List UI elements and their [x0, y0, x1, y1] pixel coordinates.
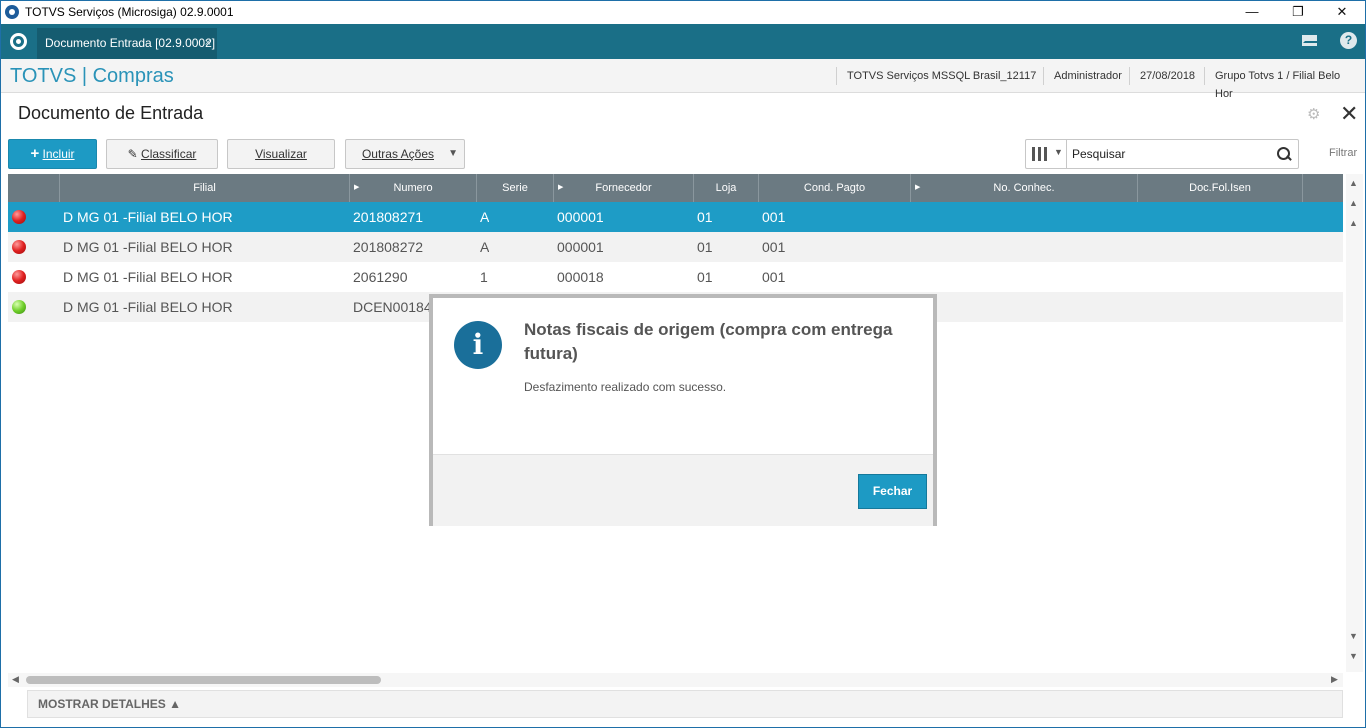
pencil-icon: ✎: [127, 147, 138, 161]
brand-title: TOTVS | Compras: [10, 65, 174, 87]
search-icon[interactable]: [1276, 146, 1292, 162]
search-divider: [1066, 140, 1067, 168]
cell-numero: 2061290: [353, 269, 408, 285]
status-red-icon: [12, 240, 26, 254]
visualizar-label: Visualizar: [255, 147, 307, 161]
cell-serie: 1: [480, 269, 488, 285]
column-header-status[interactable]: [8, 174, 60, 202]
cell-serie: A: [480, 239, 490, 255]
search-input[interactable]: [1072, 145, 1272, 163]
column-header-loja[interactable]: Loja: [694, 174, 759, 202]
show-details-label: MOSTRAR DETALHES ▲: [38, 697, 181, 711]
cell-fornecedor: 000001: [557, 239, 604, 255]
cell-numero: 201808271: [353, 209, 424, 225]
column-header-serie[interactable]: Serie: [477, 174, 554, 202]
scroll-down-icon[interactable]: ▼: [1349, 631, 1358, 641]
search-box: ▼: [1025, 139, 1299, 169]
incluir-button[interactable]: + Incluir: [8, 139, 97, 169]
cell-numero: 201808272: [353, 239, 424, 255]
show-details-bar[interactable]: MOSTRAR DETALHES ▲: [27, 690, 1343, 718]
table-row[interactable]: D MG 01 -Filial BELO HOR 201808272 A 000…: [8, 232, 1343, 262]
classificar-label: Classificar: [141, 147, 197, 161]
outras-acoes-button[interactable]: Outras Ações ▼: [345, 139, 465, 169]
cell-filial: D MG 01 -Filial BELO HOR: [63, 209, 233, 225]
column-header-fornecedor[interactable]: ▶ Fornecedor: [554, 174, 694, 202]
filtrar-link[interactable]: Filtrar: [1329, 147, 1357, 159]
window-close-button[interactable]: ✕: [1319, 1, 1365, 23]
info-icon: i: [454, 321, 502, 369]
column-header-filial[interactable]: Filial: [60, 174, 350, 202]
table-row[interactable]: D MG 01 -Filial BELO HOR 2061290 1 00001…: [8, 262, 1343, 292]
horizontal-scroll-thumb[interactable]: [26, 676, 381, 684]
status-green-icon: [12, 300, 26, 314]
cell-loja: 01: [697, 269, 713, 285]
window-title: TOTVS Serviços (Microsiga) 02.9.0001: [25, 5, 234, 19]
page-title: Documento de Entrada: [18, 103, 204, 123]
scroll-left-icon[interactable]: ◀: [12, 674, 19, 685]
tab-label: Documento Entrada [02.9.0002]: [45, 36, 216, 50]
dialog-title: Notas fiscais de origem (compra com entr…: [524, 320, 893, 363]
horizontal-scrollbar[interactable]: ◀ ▶: [8, 673, 1343, 687]
app-tabbar: Documento Entrada [02.9.0002] × ?: [1, 24, 1365, 59]
close-page-icon[interactable]: ✕: [1340, 101, 1358, 127]
plus-icon: +: [30, 145, 40, 162]
cell-cond-pagto: 001: [762, 239, 786, 255]
visualizar-button[interactable]: Visualizar: [227, 139, 335, 169]
date-info: 27/08/2018: [1129, 67, 1205, 85]
fechar-button[interactable]: Fechar: [858, 474, 927, 509]
scroll-to-top-icon[interactable]: ▲: [1349, 178, 1358, 188]
cell-loja: 01: [697, 239, 713, 255]
scroll-up-small-icon[interactable]: ▲: [1349, 218, 1358, 228]
cell-fornecedor: 000018: [557, 269, 604, 285]
mail-icon[interactable]: [1302, 35, 1317, 46]
expand-arrow-icon: ▶: [558, 184, 564, 191]
table-row[interactable]: D MG 01 -Filial BELO HOR 201808271 A 000…: [8, 202, 1343, 232]
dialog-message: Desfazimento realizado com sucesso.: [524, 380, 727, 394]
app-icon: [5, 5, 19, 19]
expand-arrow-icon: ▶: [354, 184, 360, 191]
server-info: TOTVS Serviços MSSQL Brasil_12117: [836, 67, 1046, 85]
cell-filial: D MG 01 -Filial BELO HOR: [63, 269, 233, 285]
cell-filial: D MG 01 -Filial BELO HOR: [63, 239, 233, 255]
cell-cond-pagto: 001: [762, 209, 786, 225]
restore-button[interactable]: ❐: [1275, 1, 1321, 23]
totvs-logo-icon[interactable]: [10, 33, 27, 50]
dialog-footer: Fechar: [433, 454, 933, 526]
cell-numero: DCEN00184: [353, 299, 432, 315]
user-info: Administrador: [1043, 67, 1132, 85]
expand-arrow-icon: ▶: [915, 184, 921, 191]
cell-loja: 01: [697, 209, 713, 225]
columns-icon[interactable]: [1032, 147, 1048, 161]
cell-fornecedor: 000001: [557, 209, 604, 225]
branch-info: Grupo Totvs 1 / Filial Belo Hor: [1204, 67, 1365, 100]
help-icon[interactable]: ?: [1340, 32, 1357, 49]
cell-cond-pagto: 001: [762, 269, 786, 285]
tab-close-icon[interactable]: ×: [205, 28, 211, 59]
incluir-label: Incluir: [42, 147, 75, 161]
tab-documento-entrada[interactable]: Documento Entrada [02.9.0002] ×: [37, 28, 217, 59]
app-window: TOTVS Serviços (Microsiga) 02.9.0001 — ❐…: [0, 0, 1366, 728]
status-red-icon: [12, 210, 26, 224]
column-header-cond-pagto[interactable]: Cond. Pagto: [759, 174, 911, 202]
column-header-no-conhec[interactable]: ▶ No. Conhec.: [911, 174, 1138, 202]
cell-serie: A: [480, 209, 490, 225]
column-header-doc-fol-isen[interactable]: Doc.Fol.Isen: [1138, 174, 1303, 202]
window-titlebar: TOTVS Serviços (Microsiga) 02.9.0001 — ❐…: [1, 1, 1365, 24]
info-dialog: i Notas fiscais de origem (compra com en…: [429, 294, 937, 526]
column-header-numero[interactable]: ▶ Numero: [350, 174, 477, 202]
scroll-to-bottom-icon[interactable]: ▼: [1349, 651, 1358, 661]
status-red-icon: [12, 270, 26, 284]
minimize-button[interactable]: —: [1229, 1, 1275, 23]
outras-acoes-label: Outras Ações: [361, 147, 435, 161]
cell-filial: D MG 01 -Filial BELO HOR: [63, 299, 233, 315]
chevron-down-icon: ▼: [448, 148, 458, 159]
gear-icon[interactable]: ⚙: [1307, 105, 1320, 123]
scroll-right-icon[interactable]: ▶: [1331, 674, 1338, 685]
grid-header: Filial ▶ Numero Serie ▶ Fornecedor Loja Co…: [8, 174, 1343, 202]
classificar-button[interactable]: ✎ Classificar: [106, 139, 218, 169]
search-options-chevron-icon[interactable]: ▼: [1054, 147, 1063, 157]
scroll-up-icon[interactable]: ▲: [1349, 198, 1358, 208]
app-header: TOTVS | Compras TOTVS Serviços MSSQL Bra…: [1, 59, 1365, 100]
vertical-scrollbar[interactable]: ▲ ▲ ▲ ▼ ▼: [1346, 174, 1363, 672]
